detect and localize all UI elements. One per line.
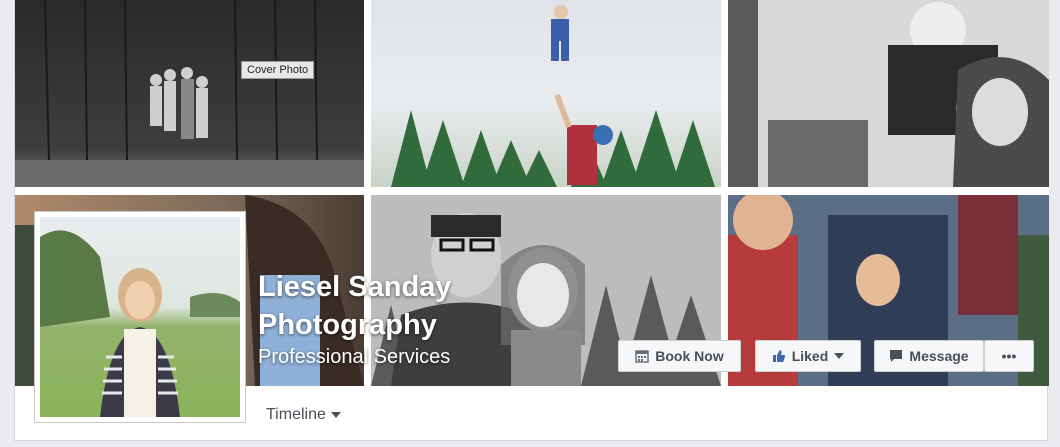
caret-down-icon: [330, 412, 341, 418]
liked-label: Liked: [791, 348, 829, 364]
profile-picture[interactable]: [34, 211, 246, 423]
more-options-button[interactable]: •••: [984, 340, 1034, 372]
calendar-icon: [635, 350, 650, 363]
tab-timeline-label: Timeline: [266, 406, 326, 423]
facebook-page: Cover Photo Liesel Sanday Photography Pr…: [0, 0, 1060, 447]
page-category[interactable]: Professional Services: [258, 346, 450, 369]
page-title[interactable]: Liesel Sanday Photography: [258, 268, 588, 344]
message-label: Message: [909, 348, 969, 364]
thumbs-up-icon: [772, 350, 785, 362]
book-now-label: Book Now: [655, 348, 724, 364]
liked-button[interactable]: Liked: [755, 340, 861, 372]
tab-timeline[interactable]: Timeline: [266, 406, 341, 424]
chat-bubble-icon: [890, 350, 903, 362]
book-now-button[interactable]: Book Now: [618, 340, 741, 372]
cover-photo-tooltip: Cover Photo: [241, 61, 315, 79]
caret-down-icon: [834, 353, 845, 359]
cover-photo-barn-family[interactable]: [15, 0, 364, 187]
profile-photo-woman-in-field: [40, 217, 240, 417]
cover-photo-mother-child[interactable]: [728, 0, 1049, 187]
cover-photo-child-tossed[interactable]: [371, 0, 721, 187]
more-options-icon: •••: [1001, 348, 1017, 364]
message-button[interactable]: Message: [874, 340, 984, 372]
